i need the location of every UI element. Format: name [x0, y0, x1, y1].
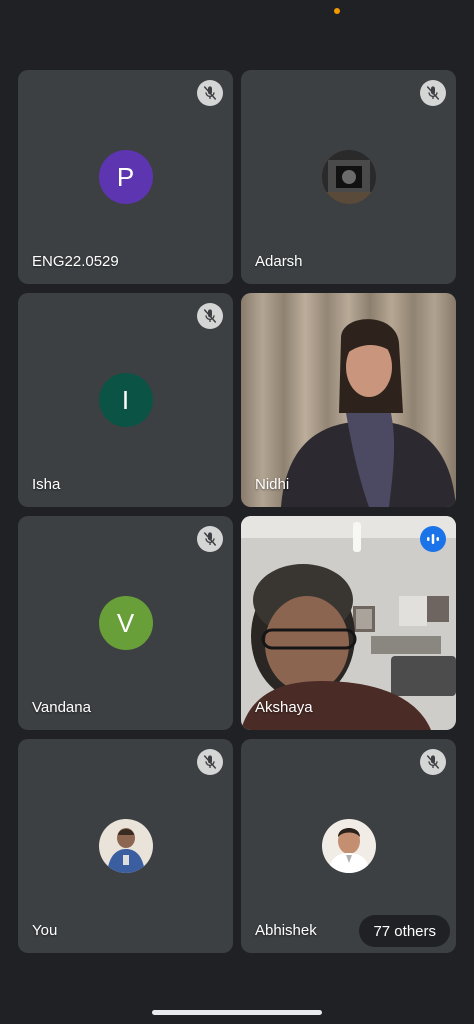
mic-off-icon	[420, 80, 446, 106]
participant-video-tile[interactable]: Akshaya	[241, 516, 456, 730]
mic-off-icon	[197, 80, 223, 106]
participant-tile[interactable]: I Isha	[18, 293, 233, 507]
avatar	[321, 819, 376, 873]
participant-video-tile[interactable]: Nidhi	[241, 293, 456, 507]
avatar: V	[98, 596, 153, 650]
avatar: P	[98, 150, 153, 204]
participant-tile[interactable]: You	[18, 739, 233, 953]
mic-off-icon	[197, 303, 223, 329]
avatar: I	[98, 373, 153, 427]
participant-name: ENG22.0529	[32, 253, 119, 270]
participant-name: Isha	[32, 476, 61, 493]
recording-indicator-dot	[334, 8, 340, 14]
avatar	[321, 150, 376, 204]
others-chip-button[interactable]: 77 others	[359, 915, 450, 947]
speaking-indicator-icon	[420, 526, 446, 552]
participant-name: You	[32, 922, 58, 939]
camera-feed	[241, 293, 456, 507]
participant-tile[interactable]: Adarsh	[241, 70, 456, 284]
participant-name: Abhishek	[255, 922, 317, 939]
participant-name: Nidhi	[255, 476, 290, 493]
participant-name: Vandana	[32, 699, 91, 716]
participant-tile[interactable]: V Vandana	[18, 516, 233, 730]
mic-off-icon	[420, 749, 446, 775]
participant-name: Adarsh	[255, 253, 303, 270]
home-indicator-bar[interactable]	[152, 1010, 322, 1015]
participant-tile[interactable]: Abhishek 77 others	[241, 739, 456, 953]
mic-off-icon	[197, 749, 223, 775]
participant-tile[interactable]: P ENG22.0529	[18, 70, 233, 284]
mic-off-icon	[197, 526, 223, 552]
avatar	[98, 819, 153, 873]
participant-name: Akshaya	[255, 699, 313, 716]
